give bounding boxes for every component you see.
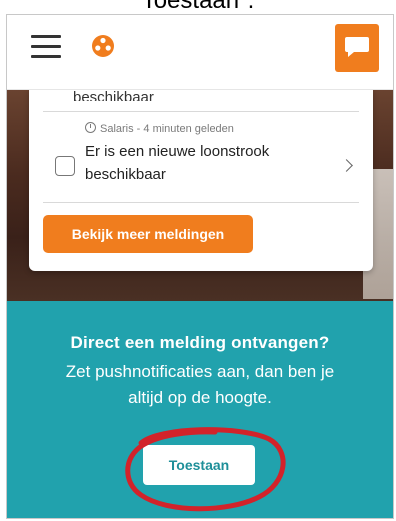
notification-meta: Salaris - 4 minuten geleden bbox=[85, 122, 234, 135]
app-header bbox=[7, 15, 393, 90]
notifications-card: beschikbaar Salaris - 4 minuten geleden … bbox=[29, 89, 373, 271]
red-circle-annotation bbox=[125, 427, 286, 512]
divider bbox=[43, 202, 359, 203]
caption-text: Toestaan". bbox=[141, 0, 255, 14]
phone-screen: beschikbaar Salaris - 4 minuten geleden … bbox=[6, 14, 394, 519]
chat-button[interactable] bbox=[335, 24, 379, 72]
previous-notification-text: beschikbaar bbox=[73, 91, 154, 101]
chevron-right-icon bbox=[340, 159, 353, 172]
chat-bubble-icon bbox=[345, 37, 369, 57]
push-notification-banner: Direct een melding ontvangen? Zet pushno… bbox=[7, 301, 393, 518]
notification-checkbox[interactable] bbox=[55, 156, 75, 176]
hamburger-menu-icon[interactable] bbox=[31, 34, 61, 60]
notification-item[interactable]: Salaris - 4 minuten geleden Er is een ni… bbox=[29, 112, 373, 202]
view-more-notifications-button[interactable]: Bekijk meer meldingen bbox=[43, 215, 253, 253]
banner-title: Direct een melding ontvangen? bbox=[70, 333, 330, 352]
brand-logo-icon[interactable] bbox=[91, 34, 115, 58]
notification-text: Er is een nieuwe loonstrook beschikbaar bbox=[85, 143, 270, 183]
banner-body: Zet pushnotificaties aan, dan ben je alt… bbox=[65, 362, 335, 407]
clock-icon bbox=[85, 122, 96, 133]
